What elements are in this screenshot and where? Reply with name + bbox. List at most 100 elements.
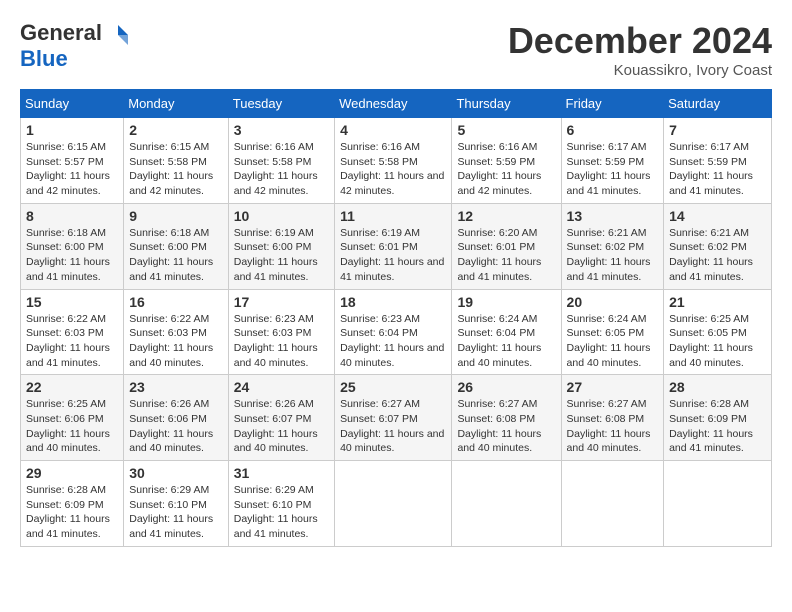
table-row: 27 Sunrise: 6:27 AMSunset: 6:08 PMDayligh… [561,375,664,461]
table-row: 9 Sunrise: 6:18 AMSunset: 6:00 PMDaylight… [124,203,229,289]
day-info: Sunrise: 6:25 AMSunset: 6:05 PMDaylight:… [669,313,753,369]
day-number: 24 [234,379,329,395]
day-number: 5 [457,122,555,138]
table-row: 21 Sunrise: 6:25 AMSunset: 6:05 PMDayligh… [664,289,772,375]
day-number: 13 [567,208,659,224]
table-row: 13 Sunrise: 6:21 AMSunset: 6:02 PMDayligh… [561,203,664,289]
day-info: Sunrise: 6:19 AMSunset: 6:01 PMDaylight:… [340,227,444,283]
day-number: 8 [26,208,118,224]
day-number: 20 [567,294,659,310]
day-number: 12 [457,208,555,224]
day-number: 1 [26,122,118,138]
day-info: Sunrise: 6:15 AMSunset: 5:57 PMDaylight:… [26,141,110,197]
day-info: Sunrise: 6:16 AMSunset: 5:58 PMDaylight:… [340,141,444,197]
day-number: 6 [567,122,659,138]
title-block: December 2024 Kouassikro, Ivory Coast [508,20,772,79]
calendar-week-row: 1 Sunrise: 6:15 AMSunset: 5:57 PMDaylight… [21,118,772,204]
day-info: Sunrise: 6:18 AMSunset: 6:00 PMDaylight:… [129,227,213,283]
table-row: 29 Sunrise: 6:28 AMSunset: 6:09 PMDayligh… [21,461,124,547]
table-row: 6Sunrise: 6:17 AMSunset: 5:59 PMDaylight… [561,118,664,204]
logo-general: General [20,20,102,46]
day-number: 25 [340,379,446,395]
day-info: Sunrise: 6:21 AMSunset: 6:02 PMDaylight:… [669,227,753,283]
day-info: Sunrise: 6:19 AMSunset: 6:00 PMDaylight:… [234,227,318,283]
day-number: 9 [129,208,223,224]
calendar-week-row: 8 Sunrise: 6:18 AMSunset: 6:00 PMDaylight… [21,203,772,289]
table-row: 11 Sunrise: 6:19 AMSunset: 6:01 PMDayligh… [335,203,452,289]
day-info: Sunrise: 6:27 AMSunset: 6:07 PMDaylight:… [340,398,444,454]
table-row [561,461,664,547]
table-row: 22 Sunrise: 6:25 AMSunset: 6:06 PMDayligh… [21,375,124,461]
table-row: 25 Sunrise: 6:27 AMSunset: 6:07 PMDayligh… [335,375,452,461]
day-info: Sunrise: 6:28 AMSunset: 6:09 PMDaylight:… [669,398,753,454]
col-tuesday: Tuesday [228,90,334,118]
col-thursday: Thursday [452,90,561,118]
day-info: Sunrise: 6:26 AMSunset: 6:06 PMDaylight:… [129,398,213,454]
table-row [664,461,772,547]
table-row: 28Sunrise: 6:28 AMSunset: 6:09 PMDayligh… [664,375,772,461]
table-row: 24 Sunrise: 6:26 AMSunset: 6:07 PMDayligh… [228,375,334,461]
day-number: 7 [669,122,766,138]
logo-icon [104,21,128,45]
table-row: 30Sunrise: 6:29 AMSunset: 6:10 PMDayligh… [124,461,229,547]
table-row: 26Sunrise: 6:27 AMSunset: 6:08 PMDayligh… [452,375,561,461]
table-row: 8 Sunrise: 6:18 AMSunset: 6:00 PMDaylight… [21,203,124,289]
day-number: 11 [340,208,446,224]
day-number: 22 [26,379,118,395]
day-info: Sunrise: 6:25 AMSunset: 6:06 PMDaylight:… [26,398,110,454]
day-number: 16 [129,294,223,310]
table-row: 15Sunrise: 6:22 AMSunset: 6:03 PMDayligh… [21,289,124,375]
table-row [452,461,561,547]
calendar-table: Sunday Monday Tuesday Wednesday Thursday… [20,89,772,547]
day-info: Sunrise: 6:20 AMSunset: 6:01 PMDaylight:… [457,227,541,283]
col-sunday: Sunday [21,90,124,118]
day-number: 10 [234,208,329,224]
location: Kouassikro, Ivory Coast [508,62,772,79]
table-row: 20 Sunrise: 6:24 AMSunset: 6:05 PMDayligh… [561,289,664,375]
table-row: 14Sunrise: 6:21 AMSunset: 6:02 PMDayligh… [664,203,772,289]
table-row: 31Sunrise: 6:29 AMSunset: 6:10 PMDayligh… [228,461,334,547]
day-number: 27 [567,379,659,395]
day-info: Sunrise: 6:18 AMSunset: 6:00 PMDaylight:… [26,227,110,283]
day-info: Sunrise: 6:22 AMSunset: 6:03 PMDaylight:… [26,313,110,369]
day-info: Sunrise: 6:21 AMSunset: 6:02 PMDaylight:… [567,227,651,283]
table-row: 2Sunrise: 6:15 AMSunset: 5:58 PMDaylight… [124,118,229,204]
table-row: 1 Sunrise: 6:15 AMSunset: 5:57 PMDaylight… [21,118,124,204]
day-info: Sunrise: 6:24 AMSunset: 6:05 PMDaylight:… [567,313,651,369]
logo: General Blue [20,20,128,72]
day-info: Sunrise: 6:22 AMSunset: 6:03 PMDaylight:… [129,313,213,369]
day-info: Sunrise: 6:29 AMSunset: 6:10 PMDaylight:… [234,484,318,540]
day-info: Sunrise: 6:16 AMSunset: 5:59 PMDaylight:… [457,141,541,197]
day-number: 23 [129,379,223,395]
day-number: 21 [669,294,766,310]
table-row: 10 Sunrise: 6:19 AMSunset: 6:00 PMDayligh… [228,203,334,289]
calendar-week-row: 15Sunrise: 6:22 AMSunset: 6:03 PMDayligh… [21,289,772,375]
day-number: 29 [26,465,118,481]
col-monday: Monday [124,90,229,118]
day-info: Sunrise: 6:24 AMSunset: 6:04 PMDaylight:… [457,313,541,369]
day-info: Sunrise: 6:27 AMSunset: 6:08 PMDaylight:… [567,398,651,454]
calendar-week-row: 22 Sunrise: 6:25 AMSunset: 6:06 PMDayligh… [21,375,772,461]
table-row: 12 Sunrise: 6:20 AMSunset: 6:01 PMDayligh… [452,203,561,289]
table-row: 4 Sunrise: 6:16 AMSunset: 5:58 PMDaylight… [335,118,452,204]
table-row: 18Sunrise: 6:23 AMSunset: 6:04 PMDayligh… [335,289,452,375]
table-row: 3Sunrise: 6:16 AMSunset: 5:58 PMDaylight… [228,118,334,204]
day-number: 4 [340,122,446,138]
table-row: 5 Sunrise: 6:16 AMSunset: 5:59 PMDaylight… [452,118,561,204]
table-row: 19 Sunrise: 6:24 AMSunset: 6:04 PMDayligh… [452,289,561,375]
col-wednesday: Wednesday [335,90,452,118]
day-info: Sunrise: 6:26 AMSunset: 6:07 PMDaylight:… [234,398,318,454]
calendar-header-row: Sunday Monday Tuesday Wednesday Thursday… [21,90,772,118]
day-info: Sunrise: 6:23 AMSunset: 6:04 PMDaylight:… [340,313,444,369]
day-info: Sunrise: 6:29 AMSunset: 6:10 PMDaylight:… [129,484,213,540]
col-saturday: Saturday [664,90,772,118]
day-info: Sunrise: 6:17 AMSunset: 5:59 PMDaylight:… [669,141,753,197]
calendar-body: 1 Sunrise: 6:15 AMSunset: 5:57 PMDaylight… [21,118,772,547]
day-number: 19 [457,294,555,310]
day-info: Sunrise: 6:28 AMSunset: 6:09 PMDaylight:… [26,484,110,540]
col-friday: Friday [561,90,664,118]
table-row: 16 Sunrise: 6:22 AMSunset: 6:03 PMDayligh… [124,289,229,375]
day-number: 2 [129,122,223,138]
day-info: Sunrise: 6:16 AMSunset: 5:58 PMDaylight:… [234,141,318,197]
day-number: 26 [457,379,555,395]
